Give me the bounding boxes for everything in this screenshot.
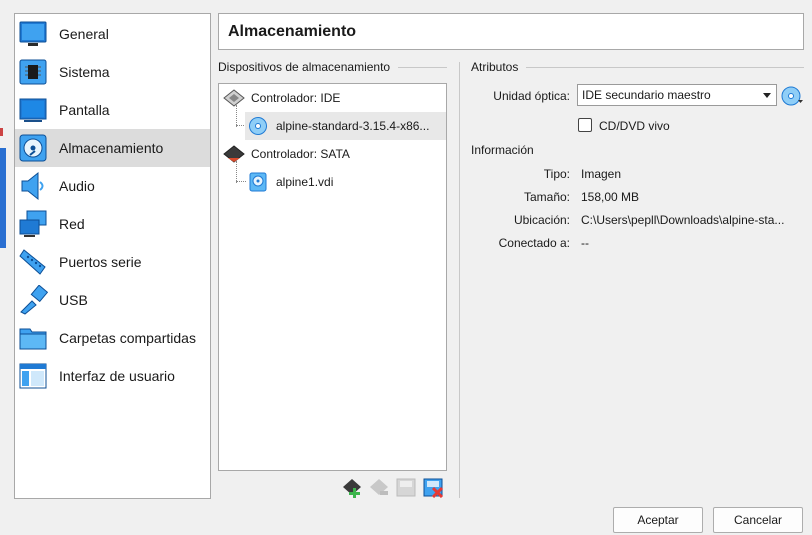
controller-sata-label: Controlador: SATA [251,147,350,161]
information-header: Información [471,143,804,157]
speaker-icon [18,171,48,201]
choose-disk-button[interactable] [780,85,804,107]
storage-devices-label: Dispositivos de almacenamiento [218,60,391,74]
optical-drive-value: IDE secundario maestro [582,88,711,102]
attributes-label: Atributos [471,60,519,74]
panel-divider [459,62,460,498]
sidebar-item-red[interactable]: Red [15,205,210,243]
sidebar-item-audio[interactable]: Audio [15,167,210,205]
network-icon [18,209,48,239]
storage-tree[interactable]: Controlador: IDE alpine-standard-3.15.4-… [218,83,447,471]
sidebar-item-puertos-serie[interactable]: Puertos serie [15,243,210,281]
sidebar-item-label: Audio [59,178,95,194]
sidebar-item-label: Sistema [59,64,110,80]
sidebar-item-interfaz[interactable]: Interfaz de usuario [15,357,210,395]
storage-devices-header: Dispositivos de almacenamiento [218,60,447,74]
background-window-edge [0,0,12,535]
cancel-button-label: Cancelar [733,513,783,527]
controller-ide-label: Controlador: IDE [251,91,341,105]
controller-icon [223,144,245,164]
device-label: alpine-standard-3.15.4-x86... [276,119,430,133]
settings-sidebar: General Sistema Pantalla Almacenamiento … [14,13,211,499]
sidebar-item-label: USB [59,292,88,308]
remove-attachment-button[interactable] [368,476,390,498]
info-location-value: C:\Users\pepll\Downloads\alpine-sta... [581,213,785,227]
controller-icon [223,88,245,108]
sidebar-item-pantalla[interactable]: Pantalla [15,91,210,129]
attributes-header: Atributos [471,60,804,74]
info-location-label: Ubicación: [513,213,570,227]
controller-sata[interactable]: Controlador: SATA [219,140,446,168]
add-attachment-button[interactable] [341,476,363,498]
sidebar-item-label: Pantalla [59,102,110,118]
live-cd-label: CD/DVD vivo [599,119,670,133]
info-type-value: Imagen [581,167,622,181]
usb-icon [18,284,49,315]
disk-icon [18,133,48,163]
optical-drive-select[interactable]: IDE secundario maestro [577,84,777,106]
sidebar-item-sistema[interactable]: Sistema [15,53,210,91]
device-hdd-alpine1[interactable]: alpine1.vdi [245,168,446,196]
page-title: Almacenamiento [228,22,357,40]
sidebar-item-label: Puertos serie [59,254,142,270]
page-title-box: Almacenamiento [218,13,804,50]
information-label: Información [471,143,534,157]
info-size-label: Tamaño: [523,190,570,204]
accept-button-label: Aceptar [637,513,679,527]
hard-disk-icon [248,172,268,192]
sidebar-item-almacenamiento[interactable]: Almacenamiento [15,129,210,167]
sidebar-item-label: Interfaz de usuario [59,368,175,384]
sidebar-item-label: Almacenamiento [59,140,164,156]
add-disk-button[interactable] [395,476,417,498]
sidebar-item-label: General [59,26,109,42]
sidebar-item-general[interactable]: General [15,15,210,53]
chevron-down-icon [763,93,771,98]
info-attached-label: Conectado a: [498,236,570,250]
sidebar-item-usb[interactable]: USB [15,281,210,319]
controller-ide[interactable]: Controlador: IDE [219,84,446,112]
chip-icon [18,57,48,87]
info-size-value: 158,00 MB [581,190,640,204]
monitor-icon [18,19,48,49]
sidebar-item-label: Red [59,216,85,232]
folder-icon [18,323,48,353]
info-attached-value: -- [581,236,589,250]
optical-disc-icon [248,116,268,136]
accept-button[interactable]: Aceptar [613,507,703,533]
optical-drive-label: Unidad óptica: [493,89,570,103]
sidebar-item-label: Carpetas compartidas [59,330,196,346]
sidebar-item-carpetas[interactable]: Carpetas compartidas [15,319,210,357]
cancel-button[interactable]: Cancelar [713,507,803,533]
serial-port-icon [18,247,48,277]
window-icon [18,361,48,391]
display-icon [18,95,48,125]
device-label: alpine1.vdi [276,175,334,189]
live-cd-checkbox[interactable] [578,118,592,132]
info-type-label: Tipo: [543,167,570,181]
remove-disk-button[interactable] [422,476,444,499]
device-optical-alpine[interactable]: alpine-standard-3.15.4-x86... [245,112,446,140]
